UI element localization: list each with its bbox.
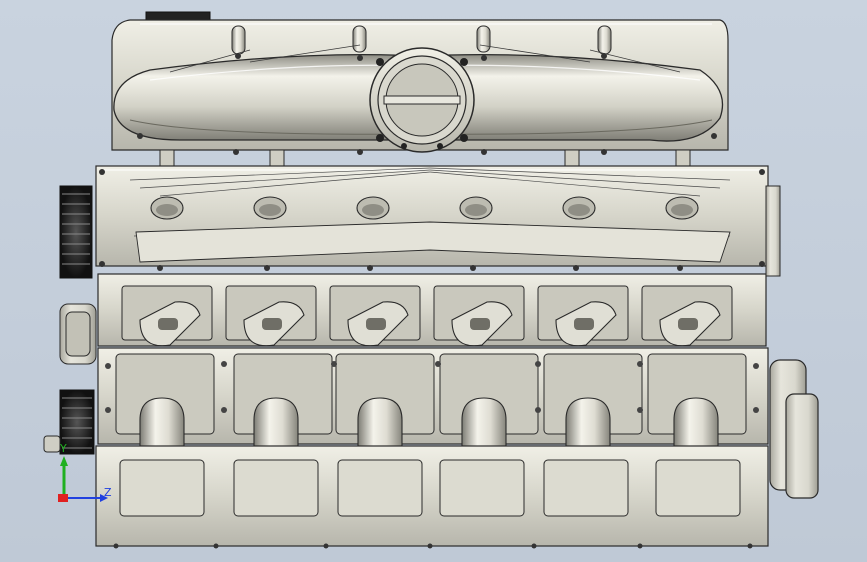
- engine-block[interactable]: [97, 347, 769, 463]
- oil-pan[interactable]: [95, 445, 769, 549]
- x-axis: [58, 494, 68, 502]
- throttle-body-icon[interactable]: [369, 47, 475, 153]
- crank-pulley-icon[interactable]: [765, 185, 819, 499]
- cylinder-head[interactable]: [97, 273, 767, 347]
- sensor-icon: [43, 435, 61, 453]
- idler-pulley-icon[interactable]: [59, 303, 97, 365]
- graphics-viewport[interactable]: Y Z: [0, 0, 867, 562]
- z-axis-label: Z: [104, 486, 112, 499]
- y-axis-label: Y: [59, 442, 67, 455]
- valve-cover[interactable]: [95, 165, 769, 271]
